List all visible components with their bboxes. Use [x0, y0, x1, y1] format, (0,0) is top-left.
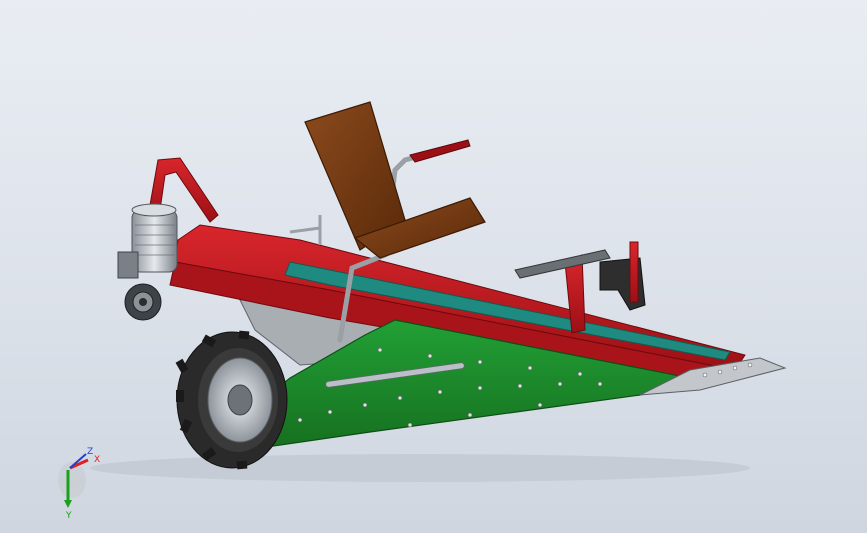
triad-x-label: X — [94, 455, 100, 465]
graphics-viewport[interactable]: X Z Y — [0, 0, 867, 533]
cad-model[interactable] — [0, 0, 867, 533]
electric-motor[interactable] — [117, 203, 178, 279]
drive-wheel[interactable] — [175, 330, 288, 470]
triad-z-label: Z — [87, 447, 93, 457]
triad-y-arrow — [64, 500, 72, 508]
gearbox-sprocket[interactable] — [124, 283, 162, 321]
triad-y-label: Y — [65, 511, 72, 520]
orientation-triad[interactable]: X Z Y — [50, 440, 110, 520]
ground-shadow — [90, 454, 750, 482]
